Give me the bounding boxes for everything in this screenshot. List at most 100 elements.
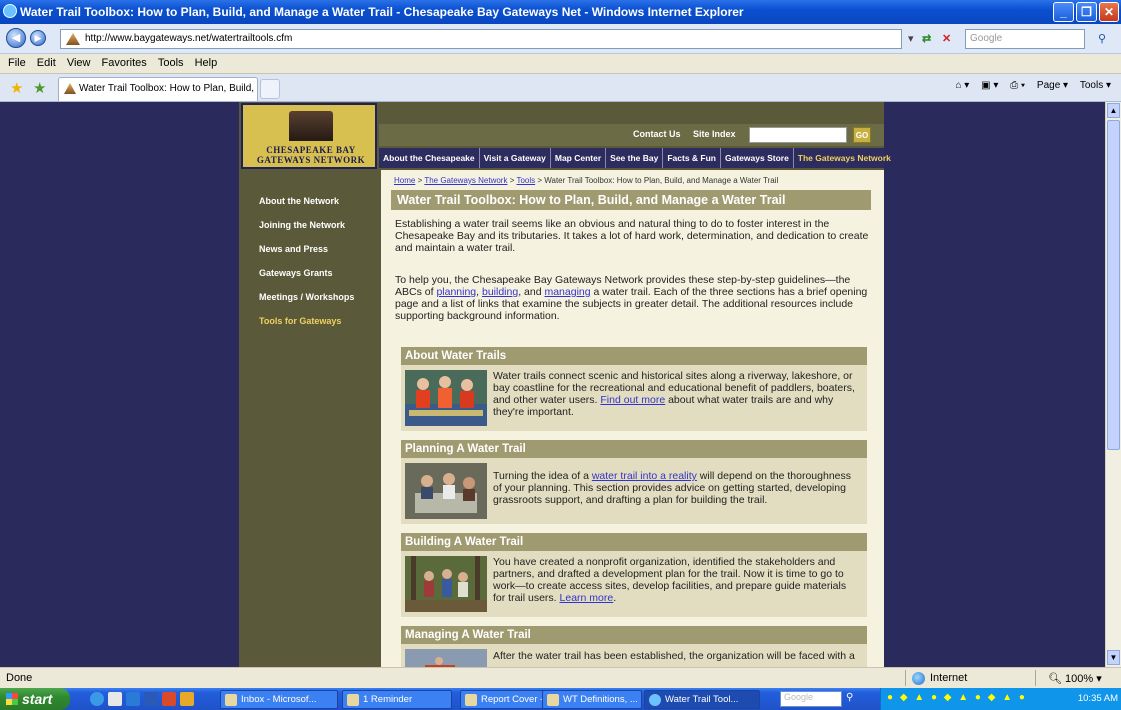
page-menu[interactable]: Page ▾ (1037, 80, 1068, 91)
maximize-button[interactable]: ❐ (1076, 2, 1097, 22)
outlook-quicklaunch-icon[interactable] (126, 692, 140, 706)
menu-view[interactable]: View (67, 57, 91, 69)
breadcrumb-network[interactable]: The Gateways Network (424, 176, 507, 185)
sidebar-item-tools[interactable]: Tools for Gateways (259, 316, 381, 326)
menu-help[interactable]: Help (195, 57, 218, 69)
intro-paragraph-2: To help you, the Chesapeake Bay Gateways… (395, 274, 875, 322)
task-inbox[interactable]: Inbox - Microsof... (220, 690, 338, 709)
word-quicklaunch-icon[interactable] (144, 692, 158, 706)
print-icon[interactable]: ⎙ ▾ (1010, 80, 1025, 91)
home-icon[interactable]: ⌂ ▾ (955, 80, 969, 91)
intro2-text: , and (518, 286, 545, 298)
reminder-icon (347, 694, 359, 706)
powerpoint-quicklaunch-icon[interactable] (162, 692, 176, 706)
sidebar-item-about-network[interactable]: About the Network (259, 196, 381, 206)
ie-icon (649, 694, 661, 706)
back-arrow-icon[interactable]: ◀ (6, 28, 26, 48)
sidebar-item-grants[interactable]: Gateways Grants (259, 268, 381, 278)
nav-see-the-bay[interactable]: See the Bay (606, 148, 664, 168)
address-input[interactable]: http://www.baygateways.net/watertrailtoo… (60, 29, 902, 49)
tools-menu[interactable]: Tools ▾ (1080, 80, 1111, 91)
security-zone: Internet (930, 672, 968, 684)
water-trail-reality-link[interactable]: water trail into a reality (592, 470, 697, 482)
logo-line-1: CHESAPEAKE BAY (266, 145, 356, 155)
scrollbar-thumb[interactable] (1107, 120, 1120, 450)
task-water-trail[interactable]: Water Trail Tool... (644, 690, 760, 709)
search-input[interactable]: Google (965, 29, 1085, 49)
breadcrumb-tools[interactable]: Tools (516, 176, 535, 185)
tray-icons[interactable]: ● ◆ ▲ ● ◆ ▲ ● ◆ ▲ ● (887, 692, 1027, 703)
building-link[interactable]: building (482, 286, 518, 298)
nav-map-center[interactable]: Map Center (551, 148, 607, 168)
nav-about-chesapeake[interactable]: About the Chesapeake (379, 148, 480, 168)
section-about-text: Water trails connect scenic and historic… (493, 370, 858, 418)
site-logo[interactable]: CHESAPEAKE BAY GATEWAYS NETWORK (239, 102, 379, 170)
ie-quicklaunch-icon[interactable] (90, 692, 104, 706)
section-text: You have created a nonprofit organizatio… (493, 556, 847, 604)
nav-gateways-network[interactable]: The Gateways Network (794, 148, 895, 168)
desktop-quicklaunch-icon[interactable] (108, 692, 122, 706)
tab-row: ★ ★ Water Trail Toolbox: How to Plan, Bu… (0, 74, 1121, 102)
tab-water-trail[interactable]: Water Trail Toolbox: How to Plan, Build,… (58, 77, 258, 101)
sidebar-item-news[interactable]: News and Press (259, 244, 381, 254)
vertical-scrollbar[interactable]: ▲ ▼ (1105, 102, 1121, 667)
breadcrumb-current: > Water Trail Toolbox: How to Plan, Buil… (535, 176, 779, 185)
site-index-link[interactable]: Site Index (693, 129, 736, 139)
menu-tools[interactable]: Tools (158, 57, 184, 69)
close-button[interactable]: ✕ (1099, 2, 1119, 22)
nav-gateways-store[interactable]: Gateways Store (721, 148, 794, 168)
address-toolbar: ◀ ▶ http://www.baygateways.net/watertrai… (0, 24, 1121, 54)
url-text: http://www.baygateways.net/watertrailtoo… (85, 33, 293, 44)
section-about-title: About Water Trails (401, 347, 867, 365)
task-wt-definitions[interactable]: WT Definitions, ... (542, 690, 642, 709)
menu-favorites[interactable]: Favorites (102, 57, 147, 69)
search-icon[interactable]: ⚲ (1098, 32, 1106, 45)
menu-edit[interactable]: Edit (37, 57, 56, 69)
start-button[interactable]: start (0, 688, 70, 710)
task-label: 1 Reminder (363, 694, 413, 705)
nav-visit-gateway[interactable]: Visit a Gateway (480, 148, 551, 168)
volunteers-photo (405, 556, 487, 612)
task-label: Water Trail Tool... (665, 694, 739, 705)
learn-more-link[interactable]: Learn more (560, 592, 614, 604)
breadcrumb: Home > The Gateways Network > Tools > Wa… (394, 176, 778, 185)
meeting-photo (405, 463, 487, 519)
breadcrumb-home[interactable]: Home (394, 176, 415, 185)
task-reminder[interactable]: 1 Reminder (342, 690, 452, 709)
add-favorite-icon[interactable]: ★ (33, 79, 46, 97)
site-page: CHESAPEAKE BAY GATEWAYS NETWORK Contact … (239, 102, 891, 667)
taskbar-search-input[interactable]: Google (780, 691, 842, 707)
task-label: WT Definitions, ... (563, 694, 638, 705)
minimize-button[interactable]: _ (1053, 2, 1074, 22)
intro-paragraph-1: Establishing a water trail seems like an… (395, 218, 869, 254)
planning-link[interactable]: planning (436, 286, 476, 298)
site-search-input[interactable] (749, 127, 847, 143)
contact-us-link[interactable]: Contact Us (633, 129, 681, 139)
find-out-more-link[interactable]: Find out more (600, 394, 665, 406)
go-button[interactable]: GO (853, 127, 871, 143)
menu-file[interactable]: File (8, 57, 26, 69)
managing-link[interactable]: managing (544, 286, 590, 298)
site-favicon-icon (66, 33, 80, 45)
word-icon (547, 694, 559, 706)
refresh-icon[interactable]: ⇄ (922, 32, 931, 45)
forward-arrow-icon[interactable]: ▶ (30, 30, 46, 46)
nav-facts-fun[interactable]: Facts & Fun (663, 148, 722, 168)
sidebar-item-joining[interactable]: Joining the Network (259, 220, 381, 230)
zoom-level[interactable]: 🔍︎ 100% ▾ (1048, 672, 1102, 685)
sidebar-item-meetings[interactable]: Meetings / Workshops (259, 292, 381, 302)
new-tab-button[interactable] (260, 79, 280, 99)
breadcrumb-sep: > (415, 176, 425, 185)
utility-links: Contact Us Site Index (633, 129, 746, 139)
ie-logo-icon (3, 4, 17, 18)
favorites-star-icon[interactable]: ★ (10, 79, 23, 97)
logo-frame: CHESAPEAKE BAY GATEWAYS NETWORK (241, 103, 377, 169)
scroll-up-icon[interactable]: ▲ (1107, 103, 1120, 118)
stop-icon[interactable]: ✕ (942, 32, 951, 45)
section-building-title: Building A Water Trail (401, 533, 867, 551)
app-quicklaunch-icon[interactable] (180, 692, 194, 706)
dropdown-arrow-icon[interactable]: ▾ (908, 32, 914, 45)
taskbar-search-icon[interactable]: ⚲ (846, 692, 853, 703)
feeds-icon[interactable]: ▣ ▾ (981, 80, 998, 91)
scroll-down-icon[interactable]: ▼ (1107, 650, 1120, 665)
